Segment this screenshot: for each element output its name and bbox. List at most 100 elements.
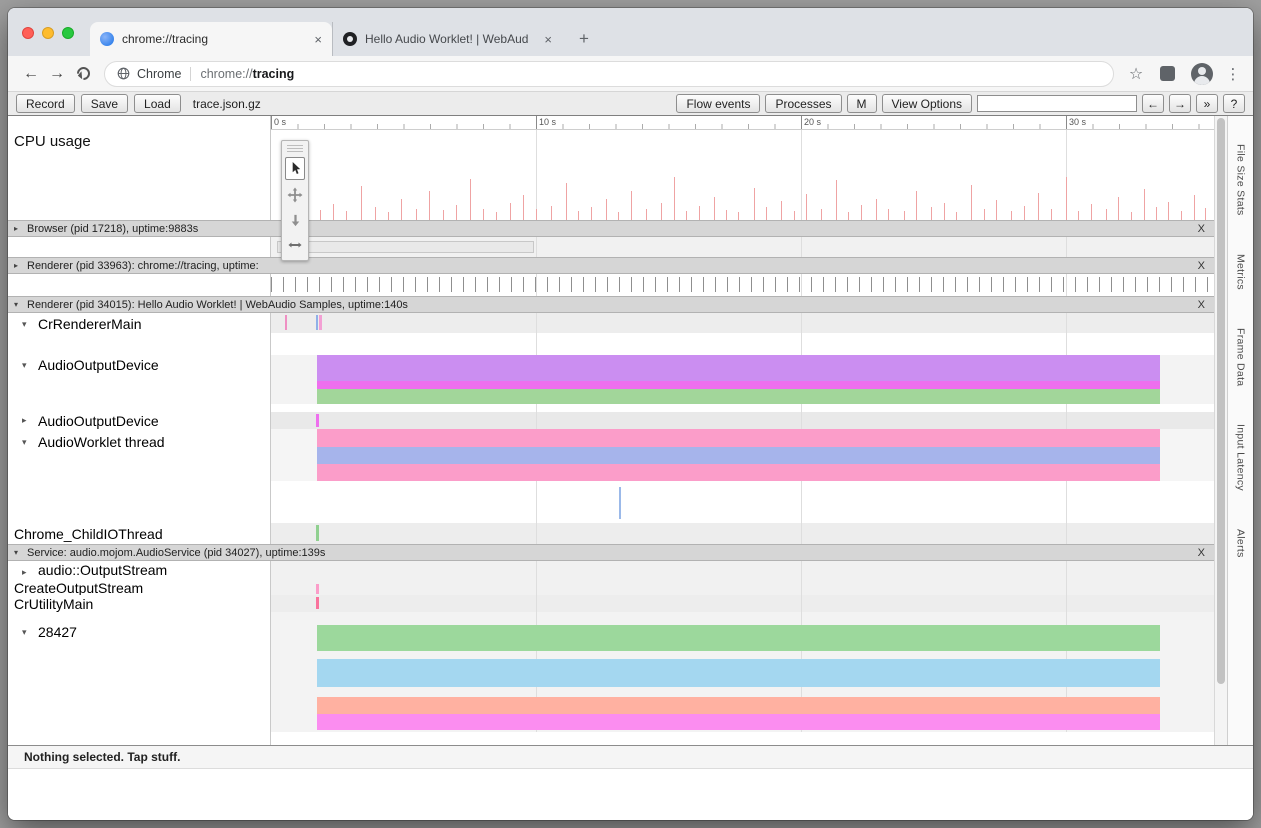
tab-input-latency[interactable]: Input Latency xyxy=(1235,424,1247,491)
expand-arrow[interactable]: ▸ xyxy=(22,415,34,426)
find-previous-button[interactable]: ← xyxy=(1142,94,1164,113)
empty-track[interactable] xyxy=(271,333,1214,355)
spacer-row xyxy=(8,481,1214,523)
tabs: chrome://tracing × Hello Audio Worklet! … xyxy=(90,22,598,56)
thread-label-audiooutputdevice-1: ▾ AudioOutputDevice xyxy=(8,357,159,373)
record-button[interactable]: Record xyxy=(16,94,75,113)
thread-track-audioworklet[interactable] xyxy=(271,429,1214,481)
tool-palette-grip[interactable] xyxy=(287,145,303,154)
process-header-label: Renderer (pid 33963): chrome://tracing, … xyxy=(27,260,259,272)
thread-label-audiooutputdevice-2: ▸ AudioOutputDevice xyxy=(8,413,159,429)
zoom-tool-button[interactable] xyxy=(285,209,305,232)
timeline-ruler[interactable]: 0 s10 s20 s30 s xyxy=(271,116,1214,130)
horizontal-arrow-icon xyxy=(287,238,303,252)
close-window-button[interactable] xyxy=(22,27,34,39)
thread-label-crrenderermain: ▾ CrRendererMain xyxy=(8,316,141,332)
thread-track-28427[interactable] xyxy=(271,612,1214,732)
thread-track-audiooutputdevice-2[interactable] xyxy=(271,412,1214,429)
bookmark-star-icon[interactable]: ☆ xyxy=(1124,64,1148,84)
collapse-arrow[interactable]: ▾ xyxy=(22,627,34,638)
collapse-arrow[interactable]: ▾ xyxy=(14,300,24,309)
tab-frame-data[interactable]: Frame Data xyxy=(1235,328,1247,386)
collapse-arrow[interactable]: ▾ xyxy=(22,437,34,448)
help-button[interactable]: ? xyxy=(1223,94,1245,113)
thread-track-audiooutputdevice-1[interactable] xyxy=(271,355,1214,404)
process-header-renderer-tracing[interactable]: ▸ Renderer (pid 33963): chrome://tracing… xyxy=(8,257,1214,274)
process-header-label: Browser (pid 17218), uptime:9883s xyxy=(27,223,198,235)
zoom-window-button[interactable] xyxy=(62,27,74,39)
omnibox-divider xyxy=(190,67,191,81)
empty-track[interactable] xyxy=(271,404,1214,412)
toolbar-right-group: Flow events Processes M View Options ← →… xyxy=(676,94,1245,113)
empty-track[interactable] xyxy=(271,481,1214,523)
reload-icon xyxy=(74,64,92,82)
search-input[interactable] xyxy=(977,95,1137,112)
process-header-label: Service: audio.mojom.AudioService (pid 3… xyxy=(27,547,325,559)
navbar-right-icons: ☆ ⋮ xyxy=(1124,63,1243,85)
processes-button[interactable]: Processes xyxy=(765,94,841,113)
reload-button[interactable] xyxy=(70,61,96,87)
close-track-button[interactable]: X xyxy=(1198,547,1205,559)
menu-icon[interactable]: ⋮ xyxy=(1223,65,1243,83)
process-header-label: Renderer (pid 34015): Hello Audio Workle… xyxy=(27,299,408,311)
more-button[interactable]: » xyxy=(1196,94,1218,113)
tab-close-icon[interactable]: × xyxy=(544,32,552,47)
browser-track-row xyxy=(8,237,1214,257)
cpu-usage-label: CPU usage xyxy=(8,133,91,150)
thread-track-crutilitymain[interactable] xyxy=(271,595,1214,612)
thread-row-childiothread: Chrome_ChildIOThread xyxy=(8,523,1214,544)
new-tab-button[interactable]: + xyxy=(570,25,598,53)
vertical-scrollbar[interactable] xyxy=(1214,116,1227,745)
load-button[interactable]: Load xyxy=(134,94,181,113)
tab-close-icon[interactable]: × xyxy=(314,32,322,47)
thread-track-childiothread[interactable] xyxy=(271,523,1214,544)
tab-title: Hello Audio Worklet! | WebAud xyxy=(365,32,538,46)
close-track-button[interactable]: X xyxy=(1198,260,1205,272)
collapse-arrow[interactable]: ▾ xyxy=(22,319,34,330)
address-bar[interactable]: Chrome chrome://tracing xyxy=(104,61,1114,87)
process-header-renderer-audio[interactable]: ▾ Renderer (pid 34015): Hello Audio Work… xyxy=(8,296,1214,313)
renderer-tracing-track[interactable] xyxy=(271,274,1214,296)
browser-track[interactable] xyxy=(271,237,1214,257)
url-host: tracing xyxy=(253,67,295,81)
thread-track-crrenderermain[interactable] xyxy=(271,313,1214,333)
profile-avatar[interactable] xyxy=(1191,63,1213,85)
close-track-button[interactable]: X xyxy=(1198,223,1205,235)
tab-audio-worklet[interactable]: Hello Audio Worklet! | WebAud × xyxy=(332,22,562,56)
tab-alerts[interactable]: Alerts xyxy=(1235,529,1247,558)
thread-row-crutilitymain: CrUtilityMain xyxy=(8,595,1214,612)
thread-row-audioworklet: ▾ AudioWorklet thread xyxy=(8,429,1214,481)
tool-palette[interactable] xyxy=(281,140,309,261)
flow-events-button[interactable]: Flow events xyxy=(676,94,760,113)
cpu-usage-track[interactable] xyxy=(271,130,1214,220)
expand-arrow[interactable]: ▸ xyxy=(22,564,34,580)
tab-tracing[interactable]: chrome://tracing × xyxy=(90,22,332,56)
process-header-browser[interactable]: ▸ Browser (pid 17218), uptime:9883s X xyxy=(8,220,1214,237)
thread-label-28427: ▾ 28427 xyxy=(8,624,77,640)
back-button[interactable]: ← xyxy=(18,61,44,87)
process-header-audio-service[interactable]: ▾ Service: audio.mojom.AudioService (pid… xyxy=(8,544,1214,561)
url-scheme: chrome:// xyxy=(200,67,252,81)
tab-metrics[interactable]: Metrics xyxy=(1235,254,1247,290)
view-options-button[interactable]: View Options xyxy=(882,94,972,113)
minimize-window-button[interactable] xyxy=(42,27,54,39)
thread-track-outputstream[interactable] xyxy=(271,561,1214,595)
empty-track xyxy=(271,732,1214,745)
find-next-button[interactable]: → xyxy=(1169,94,1191,113)
metrics-button[interactable]: M xyxy=(847,94,877,113)
timeline-tracks: 0 s10 s20 s30 s CPU usage ▸ Browser (pid… xyxy=(8,116,1214,745)
collapse-arrow[interactable]: ▾ xyxy=(22,360,34,371)
extension-icon[interactable] xyxy=(1160,66,1175,81)
timing-tool-button[interactable] xyxy=(285,235,305,254)
pan-tool-button[interactable] xyxy=(285,183,305,206)
expand-arrow[interactable]: ▸ xyxy=(14,224,24,233)
expand-arrow[interactable]: ▸ xyxy=(14,261,24,270)
forward-button[interactable]: → xyxy=(44,61,70,87)
thread-row-outputstream: ▸audio::OutputStream CreateOutputStream xyxy=(8,561,1214,595)
collapse-arrow[interactable]: ▾ xyxy=(14,548,24,557)
tab-file-size-stats[interactable]: File Size Stats xyxy=(1235,144,1247,216)
close-track-button[interactable]: X xyxy=(1198,299,1205,311)
save-button[interactable]: Save xyxy=(81,94,128,113)
selection-tool-button[interactable] xyxy=(285,157,305,180)
scrollbar-thumb[interactable] xyxy=(1217,118,1225,684)
